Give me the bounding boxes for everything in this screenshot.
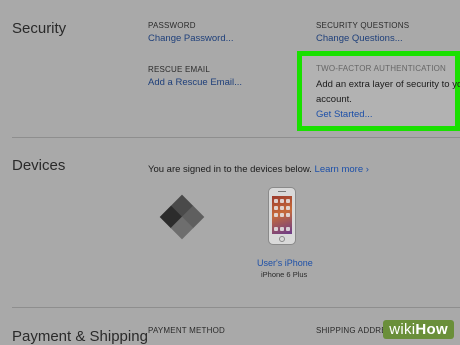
add-rescue-email-link[interactable]: Add a Rescue Email... [148, 77, 242, 88]
section-divider [12, 307, 460, 308]
two-factor-description-line2: account. [316, 94, 352, 105]
iphone-device-icon[interactable] [268, 187, 296, 245]
device-name-link[interactable]: User's iPhone [257, 258, 313, 268]
section-divider [12, 137, 460, 138]
two-factor-description-line1: Add an extra layer of security to yo [316, 79, 460, 90]
change-password-link[interactable]: Change Password... [148, 33, 234, 44]
wikihow-watermark: wikiHow [383, 320, 454, 339]
get-started-link[interactable]: Get Started... [316, 109, 373, 120]
devices-signed-in-line: You are signed in to the devices below. … [148, 164, 369, 175]
security-section-title: Security [12, 20, 67, 37]
rescue-email-label: RESCUE EMAIL [148, 65, 210, 74]
password-label: PASSWORD [148, 21, 196, 30]
chevron-right-icon: › [365, 164, 369, 175]
change-questions-link[interactable]: Change Questions... [316, 33, 403, 44]
two-factor-label: TWO-FACTOR AUTHENTICATION [316, 64, 447, 73]
device-model: iPhone 6 Plus [261, 270, 308, 279]
security-questions-label: SECURITY QUESTIONS [316, 21, 410, 30]
learn-more-link[interactable]: Learn more [315, 164, 364, 175]
payment-method-label: PAYMENT METHOD [148, 326, 226, 335]
devices-section-title: Devices [12, 157, 66, 174]
payment-section-title: Payment & Shipping [12, 328, 148, 345]
two-factor-description: Add an extra layer of security to yo acc… [316, 77, 460, 107]
devices-signed-in-text: You are signed in to the devices below. [148, 164, 312, 175]
